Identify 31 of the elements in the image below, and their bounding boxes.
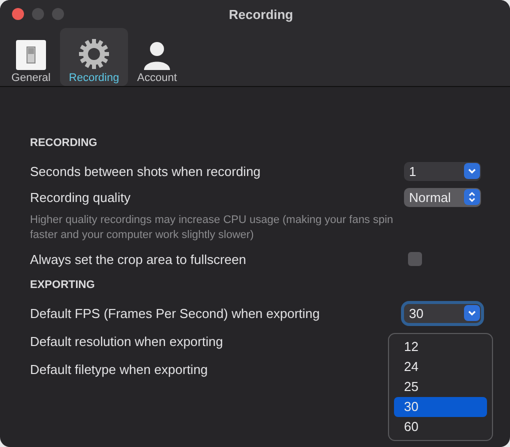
menu-item[interactable]: 25	[394, 377, 487, 397]
setting-label: Seconds between shots when recording	[30, 164, 261, 178]
menu-item[interactable]: 24	[394, 357, 487, 377]
menu-item[interactable]: 30	[394, 397, 487, 417]
hint-text: Higher quality recordings may increase CPU usage (making your fans spin faster and your computer work slightly slower)	[30, 213, 394, 243]
setting-label: Recording quality	[30, 190, 130, 204]
dropdown[interactable]: 30	[404, 304, 481, 322]
updown-icon	[464, 189, 480, 205]
menu-item[interactable]: 12	[394, 337, 487, 357]
setting-label: Default resolution when exporting	[30, 334, 223, 348]
section-heading: RECORDING	[30, 137, 98, 149]
toolbar-tab[interactable]: Account	[130, 28, 184, 86]
zoom-button[interactable]	[52, 8, 64, 20]
chevron-icon	[464, 163, 480, 179]
checkbox[interactable]	[408, 252, 422, 266]
section-heading: EXPORTING	[30, 279, 96, 291]
setting-label: Always set the crop area to fullscreen	[30, 252, 246, 266]
popup-button[interactable]: Normal	[404, 188, 481, 206]
toolbar-tab[interactable]: Recording	[60, 28, 128, 86]
dropdown[interactable]: 1	[404, 162, 481, 180]
menu-item[interactable]: 60	[394, 417, 487, 437]
minimize-button[interactable]	[32, 8, 44, 20]
toolbar-tab[interactable]: General	[4, 28, 58, 86]
setting-label: Default filetype when exporting	[30, 362, 208, 376]
person-icon	[142, 40, 172, 70]
close-button[interactable]	[12, 8, 24, 20]
chevron-icon	[464, 305, 480, 321]
window-title: Recording	[228, 6, 294, 22]
switch-icon	[16, 40, 46, 70]
gear-icon	[78, 38, 110, 70]
setting-label: Default FPS (Frames Per Second) when exporting	[30, 306, 320, 320]
